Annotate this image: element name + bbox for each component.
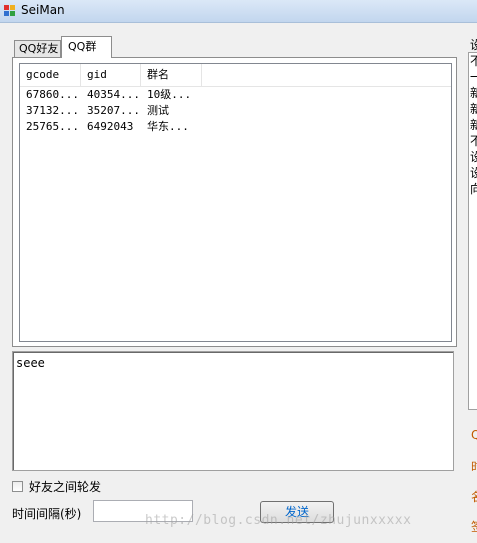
table-row[interactable]: 37132... 35207... 测试 — [20, 103, 451, 119]
right-orange-label: 签 — [471, 518, 477, 535]
column-header-gid[interactable]: gid — [81, 64, 141, 86]
right-panel-line: 向 — [469, 181, 477, 197]
app-icon — [4, 5, 15, 16]
cell-gcode: 67860... — [26, 88, 79, 101]
right-panel-line: 设 — [469, 149, 477, 165]
cell-gid: 40354... — [87, 88, 140, 101]
cell-group-name: 10级... — [147, 88, 192, 101]
interval-label: 时间间隔(秒) — [12, 507, 82, 521]
column-header-gcode[interactable]: gcode — [20, 64, 81, 86]
title-bar: SeiMan — [0, 0, 477, 23]
group-list-header: gcode gid 群名 — [20, 64, 451, 87]
tab-qq-friends[interactable]: QQ好友 — [14, 40, 61, 57]
cell-gcode: 25765... — [26, 120, 79, 133]
right-panel-line: 不 — [469, 133, 477, 149]
cell-group-name: 华东... — [147, 120, 189, 133]
column-header-group-name[interactable]: 群名 — [141, 64, 202, 86]
watermark: http://blog.csdn.net/zhujunxxxxx — [145, 513, 412, 528]
cell-gid: 35207... — [87, 104, 140, 117]
rotate-friends-label: 好友之间轮发 — [29, 479, 102, 494]
window-title: SeiMan — [21, 3, 65, 17]
cell-gid: 6492043 — [87, 120, 134, 133]
right-text-panel[interactable]: 不 一 新 新 新 不 设 设 向 — [468, 52, 477, 410]
right-panel-line: 一 — [469, 69, 477, 85]
right-panel-line: 设 — [469, 165, 477, 181]
message-input[interactable]: seee — [12, 351, 454, 471]
tab-qq-groups[interactable]: QQ群 — [61, 36, 112, 58]
right-orange-label: 时 — [471, 458, 477, 475]
cell-gcode: 37132... — [26, 104, 79, 117]
right-panel-line: 不 — [469, 53, 477, 69]
table-row[interactable]: 67860... 40354... 10级... — [20, 87, 451, 103]
group-list-rows: 67860... 40354... 10级... 37132... 35207.… — [20, 87, 451, 135]
right-panel-line: 新 — [469, 85, 477, 101]
right-panel-line: 新 — [469, 101, 477, 117]
right-panel-line: 新 — [469, 117, 477, 133]
right-panel-label: 设 — [470, 38, 477, 52]
right-orange-label: 名 — [471, 488, 477, 505]
table-row[interactable]: 25765... 6492043 华东... — [20, 119, 451, 135]
right-orange-label: Q — [471, 428, 477, 442]
rotate-friends-option[interactable]: 好友之间轮发 — [12, 478, 101, 494]
cell-group-name: 测试 — [147, 104, 169, 117]
group-list[interactable]: gcode gid 群名 67860... 40354... 10级... 37… — [19, 63, 452, 342]
rotate-friends-checkbox[interactable] — [12, 480, 23, 492]
